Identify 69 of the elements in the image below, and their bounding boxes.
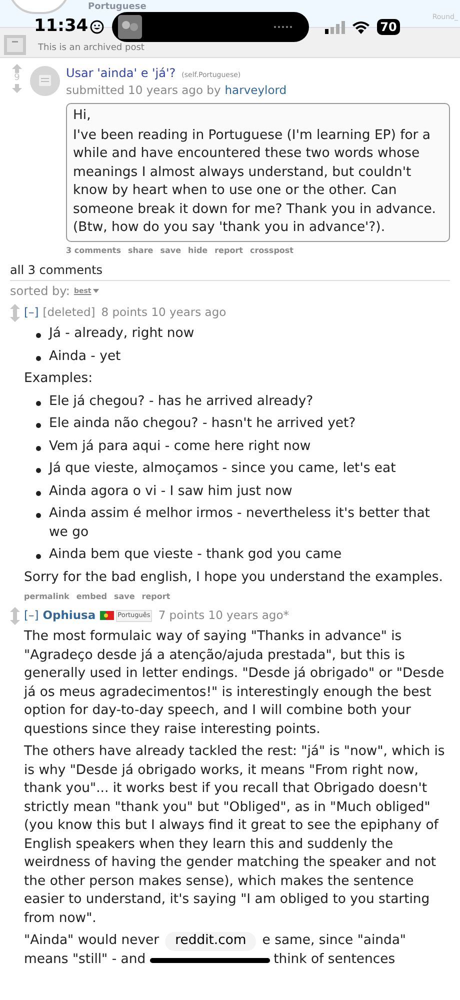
downvote-icon[interactable] <box>10 616 20 625</box>
comment-meta: 8 points 10 years ago <box>101 304 226 321</box>
text-post-thumbnail-icon <box>30 66 60 96</box>
list-item: Ele ainda não chegou? - hasn't he arrived yet? <box>49 415 356 433</box>
bullet-icon <box>36 446 41 450</box>
list-item: Ainda bem que vieste - thank god you came <box>49 546 342 564</box>
downvote-icon[interactable] <box>12 84 22 93</box>
battery-indicator: 70 <box>377 19 400 35</box>
wifi-icon <box>352 20 370 34</box>
address-pill[interactable]: reddit.com <box>165 932 256 951</box>
collapse-toggle[interactable]: [–] <box>24 304 39 321</box>
list-item: Ele já chegou? - has he arrived already? <box>49 392 314 410</box>
archived-notice: This is an archived post <box>38 42 144 54</box>
collapse-toggle[interactable]: [–] <box>24 607 39 624</box>
comment-text: means "still" - and <box>24 950 146 969</box>
flag-icon <box>100 611 114 620</box>
comment-meta: 7 points 10 years ago* <box>158 607 289 624</box>
bullet-icon <box>36 423 41 428</box>
action-link[interactable]: crosspost <box>250 244 294 257</box>
bullet-icon <box>36 468 41 473</box>
action-link[interactable]: hide <box>188 244 208 257</box>
comment-paragraph: Examples: <box>24 370 94 388</box>
downvote-icon[interactable] <box>10 312 20 322</box>
action-link[interactable]: embed <box>76 591 107 603</box>
action-link[interactable]: permalink <box>24 591 70 603</box>
post-title[interactable]: Usar 'ainda' e 'já'? <box>66 64 176 82</box>
list-item: Já que vieste, almoçamos - since you came, let's eat <box>49 460 396 478</box>
comment-text: "Ainda" would never <box>24 932 160 950</box>
comment-paragraph: The others have already tackled the rest: "já" is "now", which is is why "Desde já obrigado works, it means "From right now, thank you"... it works best if you recall that Obrigado doesn't strictly mean "thank you" but "Obliged", as in "Much obliged" (you know this but I always find it great to see the epiphany of English speakers when they learn this and suddenly the weirdness of having the gender matching the speaker and not the other person makes sense), which makes the sentence easier to understand, it's saying "I am obliged to you starting from now". <box>24 743 446 928</box>
upvote-icon[interactable] <box>10 304 20 313</box>
caret-icon <box>93 288 100 293</box>
bullet-icon <box>36 490 41 496</box>
comment-author: [deleted] <box>42 304 96 321</box>
action-link[interactable]: save <box>160 244 182 257</box>
comment-paragraph: Sorry for the bad english, I hope you understand the examples. <box>24 568 444 586</box>
status-time: 11:34 <box>34 15 88 38</box>
post-paragraph: Hi, <box>73 107 92 126</box>
smiley-icon <box>90 20 104 34</box>
list-item: Já - already, right now <box>49 325 194 343</box>
album-art-icon <box>118 15 142 39</box>
bullet-icon <box>36 554 41 559</box>
sort-label: sorted by: <box>10 282 70 300</box>
list-item: Vem já para aqui - come here right now <box>49 438 311 456</box>
archive-box-icon <box>4 35 26 55</box>
subreddit-name: Portuguese <box>88 1 146 14</box>
bullet-icon <box>36 513 41 518</box>
action-link[interactable]: share <box>128 244 154 257</box>
comment-paragraph: The most formulaic way of saying "Thanks in advance" is "Agradeço desde já a atenção/ajuda prestada", but this is generally used in letter endings. "Desde já obrigado" or "Desde já os meus agradecimentos!" is interestingly enough the best option for day-to-day speech, and I will combine both your questions since they raise interesting points. <box>24 628 446 739</box>
post-paragraph: I've been reading in Portuguese (I'm learning EP) for a while and have encountered these two words whose meanings I almost always understand, but couldn't know by heart when to use one or the other. Can someone break it down for me? Thank you in advance. (Btw, how do you say 'thank you in advance'?). <box>73 126 438 238</box>
comment-text: think of sentences <box>274 950 396 969</box>
vote-count: 9 <box>14 73 20 84</box>
submitted-text: submitted 10 years ago by <box>66 82 221 99</box>
author-link[interactable]: harveylord <box>224 82 287 100</box>
action-link[interactable]: save <box>114 591 135 603</box>
bullet-icon <box>36 333 41 338</box>
action-link[interactable]: report <box>142 591 170 603</box>
list-item: Ainda - yet <box>49 348 121 366</box>
list-item: Ainda agora o vi - I saw him just now <box>49 482 292 500</box>
bullet-icon <box>36 400 41 406</box>
upvote-icon[interactable] <box>10 607 20 616</box>
comment-text: e same, since "ainda" <box>262 932 406 950</box>
bullet-icon <box>36 356 41 360</box>
comment-author[interactable]: Ophiusa <box>42 607 96 624</box>
action-link[interactable]: 3 comments <box>66 244 121 257</box>
signal-icon <box>325 20 346 34</box>
comments-heading: all 3 comments <box>10 260 450 281</box>
list-item: Ainda assim é melhor irmos - nevertheless it's better that we go <box>49 505 431 542</box>
upvote-icon[interactable] <box>12 64 22 73</box>
action-link[interactable]: report <box>214 244 243 257</box>
